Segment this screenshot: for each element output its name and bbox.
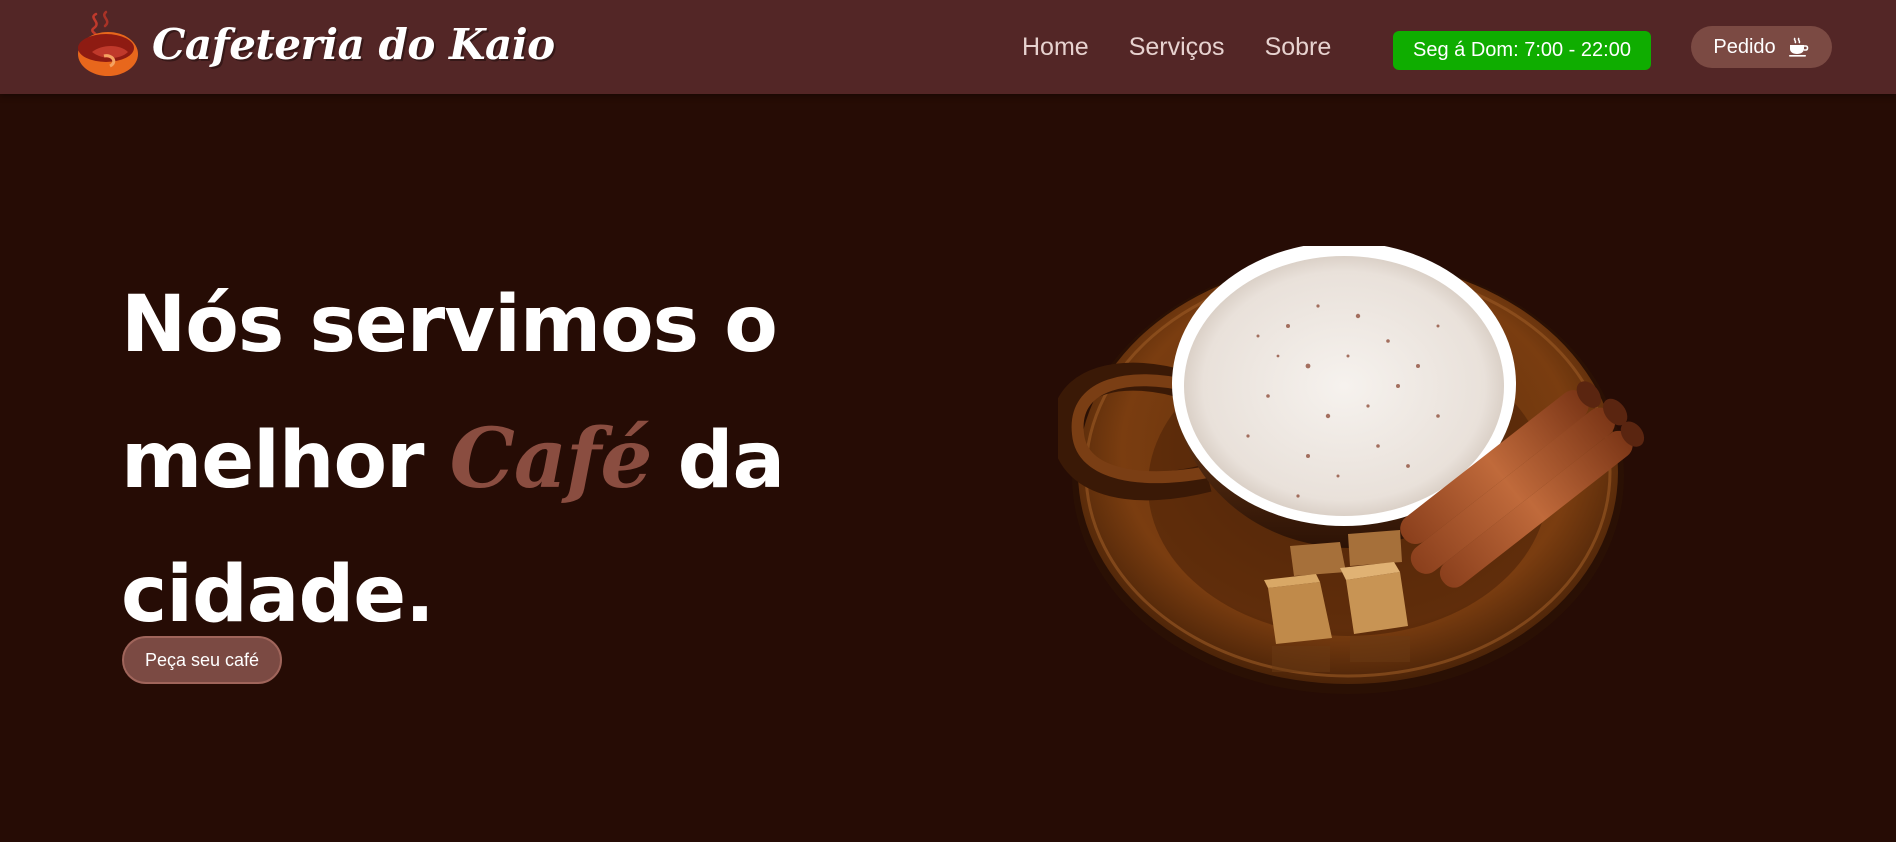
nav-link-home[interactable]: Home xyxy=(1022,33,1089,62)
hero-title: Nós servimos o melhor Café da cidade. xyxy=(121,258,841,662)
hero-title-line-1: Nós servimos o xyxy=(121,280,778,370)
hero-title-line-2-end: da xyxy=(651,416,785,506)
opening-hours-text: Seg á Dom: 7:00 - 22:00 xyxy=(1413,39,1631,61)
cappuccino-cup-image xyxy=(1058,246,1645,694)
brand-logo-link[interactable]: Cafeteria do Kaio xyxy=(74,10,555,78)
navbar: Cafeteria do Kaio Home Serviços Sobre Se… xyxy=(0,0,1896,94)
opening-hours-badge: Seg á Dom: 7:00 - 22:00 xyxy=(1393,31,1651,70)
nav-links: Home Serviços Sobre xyxy=(1022,0,1371,94)
order-button-label: Pedido xyxy=(1713,35,1776,58)
nav-link-sobre[interactable]: Sobre xyxy=(1265,33,1332,62)
order-coffee-button-label: Peça seu café xyxy=(144,649,260,670)
order-coffee-button[interactable]: Peça seu café xyxy=(122,636,282,684)
coffee-cup-icon xyxy=(1788,37,1808,57)
brand-name: Cafeteria do Kaio xyxy=(152,19,555,69)
coffee-logo-icon xyxy=(78,10,138,76)
nav-link-servicos[interactable]: Serviços xyxy=(1129,33,1225,62)
hero-title-line-2: melhor Café da xyxy=(121,392,841,528)
order-button[interactable]: Pedido xyxy=(1691,26,1832,68)
hero-title-accent-word: Café xyxy=(449,411,653,507)
hero-title-line-2-start: melhor xyxy=(121,416,450,506)
